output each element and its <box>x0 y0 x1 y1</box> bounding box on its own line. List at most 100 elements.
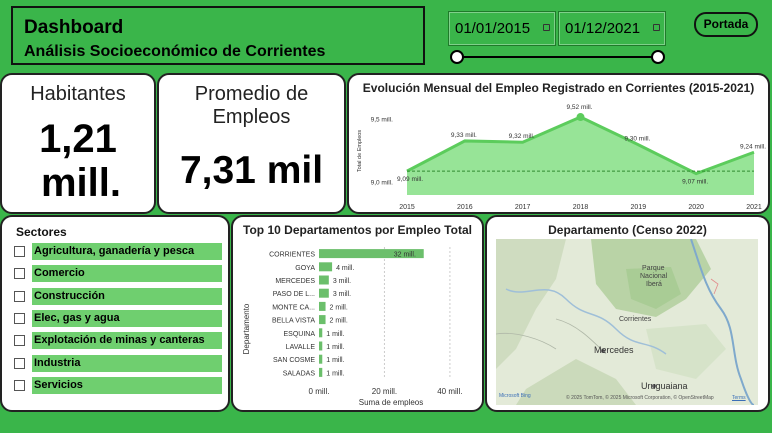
sector-item[interactable]: Industria <box>14 354 222 372</box>
x-tick-label: 2017 <box>515 204 531 211</box>
portada-button[interactable]: Portada <box>694 12 758 37</box>
bar <box>319 315 326 325</box>
top-departments-chart: 0 mill. 20 mill. 40 mill. CORRIENTES 32 mill… <box>242 247 463 407</box>
date-range-end-handle[interactable] <box>651 50 665 64</box>
end-date-input[interactable]: 01/12/2021 <box>558 11 666 46</box>
category-label: SALADAS <box>283 370 316 377</box>
category-label: GOYA <box>295 265 315 272</box>
sector-label: Industria <box>32 354 222 372</box>
date-range-slider-track[interactable] <box>457 56 659 58</box>
bar <box>319 262 333 272</box>
sector-checkbox[interactable] <box>14 379 25 391</box>
sector-label: Construcción <box>32 287 222 305</box>
map-label-parque: Parque <box>642 265 665 272</box>
bar-data-label: 1 mill. <box>326 357 344 364</box>
department-map[interactable]: Parque Nacional Iberá Corrientes Mercede… <box>496 239 758 405</box>
x-tick-label: 20 mill. <box>372 387 397 396</box>
sector-checkbox[interactable] <box>14 335 25 347</box>
sector-item[interactable]: Agricultura, ganadería y pesca <box>14 243 222 260</box>
bar-data-label: 3 mill. <box>333 291 351 298</box>
empleos-label-line1: Promedio de <box>194 83 309 105</box>
sector-item[interactable]: Comercio <box>14 265 222 283</box>
map-label-mercedes: Mercedes <box>594 345 634 355</box>
bar-data-label: 1 mill. <box>326 370 344 377</box>
empleos-value: 7,31 mil <box>179 149 324 192</box>
y-axis-label: Total de Empleos <box>357 130 363 172</box>
bar-data-label: 2 mill. <box>330 304 348 311</box>
sector-item[interactable]: Construcción <box>14 287 222 305</box>
end-date-value: 01/12/2021 <box>565 20 641 37</box>
map-label-ibera: Iberá <box>646 281 662 288</box>
data-label: 9,52 mill. <box>567 104 593 111</box>
sector-label: Servicios <box>32 376 222 394</box>
sector-item[interactable]: Explotación de minas y canteras <box>14 332 222 350</box>
empleos-label-line2: Empleos <box>212 106 291 128</box>
bar-data-label: 1 mill. <box>326 331 344 338</box>
data-label: 9,09 mill. <box>397 176 423 183</box>
x-tick-label: 2015 <box>399 204 415 211</box>
category-label: MERCEDES <box>275 278 315 285</box>
y-axis-label: Departamento <box>242 303 251 354</box>
category-label: LAVALLE <box>286 344 316 351</box>
employment-chart-card: Evolución Mensual del Empleo Registrado … <box>347 73 770 214</box>
data-label: 9,07 mill. <box>682 179 708 186</box>
bar <box>319 354 323 364</box>
bar-data-label: 32 mill. <box>394 252 416 259</box>
sector-checkbox[interactable] <box>14 268 25 280</box>
map-title: Departamento (Censo 2022) <box>548 223 707 237</box>
y-tick-label: 9,5 mill. <box>371 117 394 124</box>
employment-chart: 9,09 mill. 9,33 mill. 9,32 mill. 9,52 mill.… <box>357 104 766 211</box>
bar <box>319 367 323 377</box>
bar-data-label: 4 mill. <box>336 265 354 272</box>
page-title: Dashboard <box>24 17 124 38</box>
sector-checkbox[interactable] <box>14 290 25 302</box>
category-label: SAN COSME <box>273 357 315 364</box>
sector-checkbox[interactable] <box>14 312 25 324</box>
sectors-card: Sectores Agricultura, ganadería y pesca C… <box>0 215 230 412</box>
x-tick-label: 2020 <box>688 204 704 211</box>
calendar-icon[interactable] <box>543 24 550 31</box>
max-point-marker <box>576 113 585 122</box>
habitantes-card: Habitantes 1,21 mill. <box>0 73 156 214</box>
map-attribution[interactable]: © 2025 TomTom, © 2025 Microsoft Corporat… <box>566 395 714 401</box>
sector-item[interactable]: Elec, gas y agua <box>14 309 222 327</box>
habitantes-value-line1: 1,21 <box>39 117 117 161</box>
empleos-card: Promedio de Empleos 7,31 mil <box>157 73 346 214</box>
map-terms-link[interactable]: Terms <box>732 395 746 401</box>
habitantes-value-line2: mill. <box>40 161 122 205</box>
x-axis-label: Suma de empleos <box>359 398 423 407</box>
bar <box>319 301 326 311</box>
x-tick-label: 40 mill. <box>437 387 462 396</box>
start-date-input[interactable]: 01/01/2015 <box>448 11 556 46</box>
sectors-title: Sectores <box>16 225 67 239</box>
sector-item[interactable]: Servicios <box>14 376 222 394</box>
bar-data-label: 2 mill. <box>330 318 348 325</box>
bing-logo: Microsoft Bing <box>499 393 531 399</box>
start-date-value: 01/01/2015 <box>455 20 531 37</box>
header-panel: Dashboard Análisis Socioeconómico de Cor… <box>11 6 425 65</box>
category-label: PASO DE L... <box>273 291 315 298</box>
data-label: 9,32 mill. <box>509 133 535 140</box>
data-label: 9,24 mill. <box>740 143 766 150</box>
bar <box>319 288 329 298</box>
bar-data-label: 1 mill. <box>326 344 344 351</box>
map-label-corrientes: Corrientes <box>619 316 652 323</box>
data-label: 9,30 mill. <box>624 136 650 143</box>
category-label: ESQUINA <box>283 331 315 338</box>
page-subtitle: Análisis Socioeconómico de Corrientes <box>24 43 326 60</box>
x-tick-label: 0 mill. <box>309 387 330 396</box>
category-label: BELLA VISTA <box>272 318 315 325</box>
calendar-icon[interactable] <box>653 24 660 31</box>
map-label-uruguaiana: Uruguaiana <box>641 381 688 391</box>
y-tick-label: 9,0 mill. <box>371 179 394 186</box>
sector-checkbox[interactable] <box>14 357 25 369</box>
top-departments-card: Top 10 Departamentos por Empleo Total 0 … <box>231 215 484 412</box>
map-card: Departamento (Censo 2022) Parque Naciona… <box>485 215 770 412</box>
bar-data-label: 3 mill. <box>333 278 351 285</box>
bar <box>319 341 323 351</box>
date-range-start-handle[interactable] <box>450 50 464 64</box>
sector-label: Agricultura, ganadería y pesca <box>32 243 222 260</box>
x-tick-label: 2021 <box>746 204 762 211</box>
sector-checkbox[interactable] <box>14 246 25 257</box>
habitantes-label: Habitantes <box>30 83 126 105</box>
